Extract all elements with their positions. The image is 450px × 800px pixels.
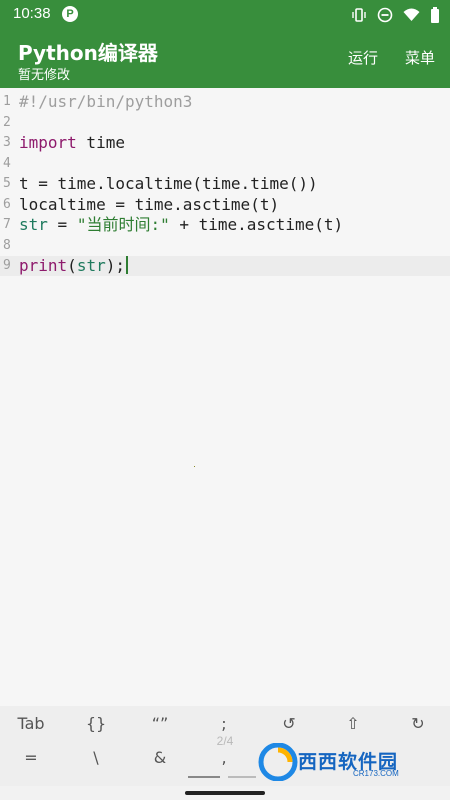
code-token: time xyxy=(76,133,125,152)
app-title: Python编译器 xyxy=(18,41,158,65)
code-token: print xyxy=(19,256,68,275)
code-line[interactable]: 5 t = time.localtime(time.time()) xyxy=(0,174,450,194)
code-line[interactable]: 7 str = "当前时间:" + time.asctime(t) xyxy=(0,215,450,235)
status-icons xyxy=(351,6,440,24)
watermark-logo: 西西软件园 CR173.COM xyxy=(258,743,430,785)
semicolon-key[interactable]: ; xyxy=(199,712,249,736)
page-indicator-line xyxy=(228,776,256,778)
quotes-key[interactable]: “” xyxy=(135,712,185,736)
line-code: str = "当前时间:" + time.asctime(t) xyxy=(19,215,343,235)
line-number: 3 xyxy=(3,135,11,150)
line-code: print(str); xyxy=(19,256,128,276)
code-token: import xyxy=(19,133,77,152)
code-token: = xyxy=(47,215,77,234)
code-token: str xyxy=(19,215,48,234)
line-code: t = time.localtime(time.time()) xyxy=(19,174,318,194)
app-bar: Python编译器 暂无修改 运行 菜单 xyxy=(0,30,450,88)
line-number: 4 xyxy=(3,155,11,171)
undo-key[interactable]: ↺ xyxy=(264,712,314,736)
line-number: 9 xyxy=(3,258,11,273)
code-line[interactable]: 8 xyxy=(0,236,450,256)
braces-key[interactable]: {} xyxy=(71,712,121,736)
app-notification-icon: P xyxy=(62,6,78,22)
code-token: t = time.localtime(time.time()) xyxy=(19,174,318,193)
wifi-icon xyxy=(403,7,420,23)
code-token: #!/usr/bin/python3 xyxy=(19,92,193,111)
run-button[interactable]: 运行 xyxy=(348,47,378,68)
line-code: #!/usr/bin/python3 xyxy=(19,92,192,112)
code-line[interactable]: 4 xyxy=(0,154,450,174)
shift-key[interactable]: ⇧ xyxy=(328,712,378,736)
line-number: 5 xyxy=(3,176,11,191)
code-token: str xyxy=(76,256,106,275)
line-code: import time xyxy=(19,133,125,153)
line-code: localtime = time.asctime(t) xyxy=(19,195,279,215)
battery-icon xyxy=(430,6,440,24)
menu-button[interactable]: 菜单 xyxy=(405,47,435,68)
status-time: 10:38 xyxy=(13,5,51,22)
watermark-subtext: CR173.COM xyxy=(353,769,399,778)
code-line[interactable]: 2 xyxy=(0,113,450,133)
code-token: ( xyxy=(67,256,77,275)
editor-artifact-dot xyxy=(194,466,195,467)
home-gesture-handle[interactable] xyxy=(185,791,265,795)
line-number: 8 xyxy=(3,237,11,253)
text-cursor xyxy=(125,256,128,274)
comma-key[interactable]: , xyxy=(199,746,249,770)
vibrate-icon xyxy=(351,7,367,23)
backslash-key[interactable]: \ xyxy=(71,746,121,770)
line-number: 2 xyxy=(3,114,11,130)
redo-key[interactable]: ↻ xyxy=(393,712,443,736)
code-token: + time.asctime(t) xyxy=(169,215,344,234)
status-bar: 10:38 P xyxy=(0,0,450,30)
code-line[interactable]: 1 #!/usr/bin/python3 xyxy=(0,92,450,112)
line-number: 7 xyxy=(3,217,11,232)
modification-status: 暂无修改 xyxy=(18,68,71,83)
tab-key[interactable]: Tab xyxy=(6,712,56,736)
code-line[interactable]: 6 localtime = time.asctime(t) xyxy=(0,195,450,215)
code-token: localtime = time.asctime(t) xyxy=(19,194,280,214)
line-number: 1 xyxy=(3,94,11,109)
equals-key[interactable]: = xyxy=(6,746,56,770)
navigation-bar xyxy=(0,786,450,800)
code-editor[interactable]: 1 #!/usr/bin/python3 2 3 import time 4 5 t = ti… xyxy=(0,88,450,706)
line-number: 6 xyxy=(3,196,11,212)
code-line[interactable]: 9 print(str); xyxy=(0,256,450,276)
ampersand-key[interactable]: & xyxy=(135,746,185,770)
underscore-key[interactable] xyxy=(188,776,220,778)
dnd-icon xyxy=(377,7,393,23)
code-token: "当前时间:" xyxy=(76,215,170,234)
code-token: ); xyxy=(105,256,125,275)
code-line[interactable]: 3 import time xyxy=(0,133,450,153)
